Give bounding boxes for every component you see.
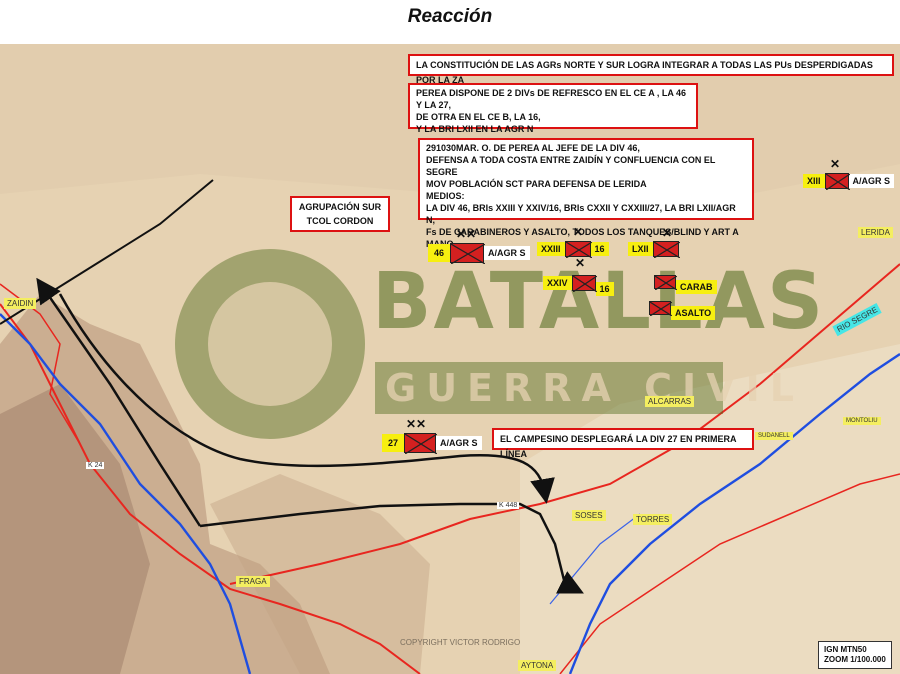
note-campesino: EL CAMPESINO DESPLEGARÁ LA DIV 27 EN PRI… (492, 428, 754, 459)
note-order-291030: 291030MAR. O. DE PEREA AL JEFE DE LA DIV… (418, 138, 754, 249)
infantry-symbol-icon (404, 433, 438, 454)
unit-carabineros[interactable]: CARAB (654, 270, 717, 294)
note-order-line-4: MEDIOS: (426, 191, 465, 201)
unit-xxiv-number: XXIV (543, 276, 572, 290)
place-fraga[interactable]: FRAGA (236, 576, 270, 587)
note-order-line-2: DEFENSA A TODA COSTA ENTRE ZAIDÍN Y CONF… (426, 155, 716, 177)
note-perea-line-3: Y LA BRI LXII EN LA AGR N (416, 124, 534, 134)
unit-xiii-parent: A/AGR S (848, 174, 895, 188)
note-perea-divs: PEREA DISPONE DE 2 DIVs DE REFRESCO EN E… (408, 83, 698, 134)
infantry-symbol-icon (450, 243, 486, 264)
note-perea-line-1: PEREA DISPONE DE 2 DIVs DE REFRESCO EN E… (416, 88, 687, 110)
bri-xxiii-marks: ✕ (573, 225, 584, 239)
copyright-credit: COPYRIGHT VICTOR RODRIGO (400, 638, 521, 647)
infantry-symbol-icon (571, 275, 597, 292)
map-scale-info: IGN MTN50 ZOOM 1/100.000 (818, 641, 892, 669)
unit-carab-label: CARAB (676, 280, 717, 294)
bri-xiii-marks: ✕ (830, 157, 841, 171)
place-alcarras[interactable]: ALCARRAS (645, 396, 695, 407)
map-area[interactable]: BATALLAS GUERRA CIVIL LA CONSTITUCIÓN DE… (0, 44, 900, 674)
note-agrupacion-line-1: AGRUPACIÓN SUR (298, 202, 382, 212)
note-order-line-1: 291030MAR. O. DE PEREA AL JEFE DE LA DIV… (426, 143, 640, 153)
note-agr-constitution: LA CONSTITUCIÓN DE LAS AGRs NORTE Y SUR … (408, 54, 894, 85)
infantry-symbol-icon (652, 241, 680, 258)
road-k448: K 448 (497, 502, 520, 509)
unit-xxiv-division: 16 (595, 282, 614, 296)
note-order-line-5: LA DIV 46, BRIs XXIII Y XXIV/16, BRIs CX… (426, 203, 736, 225)
unit-bri-xxiii[interactable]: XXIII 16 (537, 241, 609, 258)
div-27-marks: ✕✕ (406, 417, 427, 431)
unit-46-number: 46 (428, 244, 451, 262)
note-order-line-3: MOV POBLACIÓN SCT PARA DEFENSA DE LERIDA (426, 179, 647, 189)
infantry-symbol-icon (649, 301, 672, 316)
unit-asalto-label: ASALTO (671, 306, 716, 320)
place-torres[interactable]: TORRES (633, 514, 673, 525)
place-zaidin[interactable]: ZAIDIN (4, 298, 37, 309)
unit-asalto[interactable]: ASALTO (649, 296, 716, 320)
page-title: Reacción (407, 6, 493, 27)
unit-lxii-number: LXII (628, 242, 653, 256)
infantry-symbol-icon (564, 241, 592, 258)
place-soses[interactable]: SOSES (572, 510, 606, 521)
unit-xiii-number: XIII (803, 174, 825, 188)
note-perea-line-2: DE OTRA EN EL CE B, LA 16, (416, 112, 541, 122)
unit-27-parent: A/AGR S (436, 436, 482, 450)
unit-div-46[interactable]: 46 A/AGR S (428, 243, 530, 264)
unit-bri-lxii[interactable]: LXII (628, 241, 680, 258)
unit-27-number: 27 (382, 434, 405, 452)
note-agrupacion-sur: AGRUPACIÓN SUR TCOL CORDON (290, 196, 390, 232)
unit-46-parent: A/AGR S (484, 246, 530, 260)
map-sheet: IGN MTN50 (824, 645, 867, 654)
div-46-marks: ✕✕ (456, 227, 477, 241)
road-k24: K 24 (86, 462, 105, 469)
unit-xxiii-number: XXIII (537, 242, 565, 256)
place-montoliu[interactable]: MONTOLIU (843, 417, 881, 425)
infantry-symbol-icon (824, 173, 850, 190)
bri-lxii-marks: ✕ (662, 226, 673, 240)
note-agrupacion-line-2: TCOL CORDON (306, 216, 374, 226)
place-lerida[interactable]: LERIDA (858, 227, 893, 238)
unit-bri-xxiv[interactable]: XXIV 16 (543, 270, 614, 296)
place-aytona[interactable]: AYTONA (518, 660, 557, 671)
unit-xxiii-division: 16 (590, 242, 609, 256)
bri-xxiv-marks: ✕ (575, 256, 586, 270)
map-zoom: ZOOM 1/100.000 (824, 655, 886, 664)
infantry-symbol-icon (654, 275, 677, 290)
unit-div-27[interactable]: 27 A/AGR S (382, 433, 482, 454)
place-sudanell[interactable]: SUDANELL (755, 432, 793, 440)
unit-bri-xiii[interactable]: XIII A/AGR S (803, 173, 895, 190)
